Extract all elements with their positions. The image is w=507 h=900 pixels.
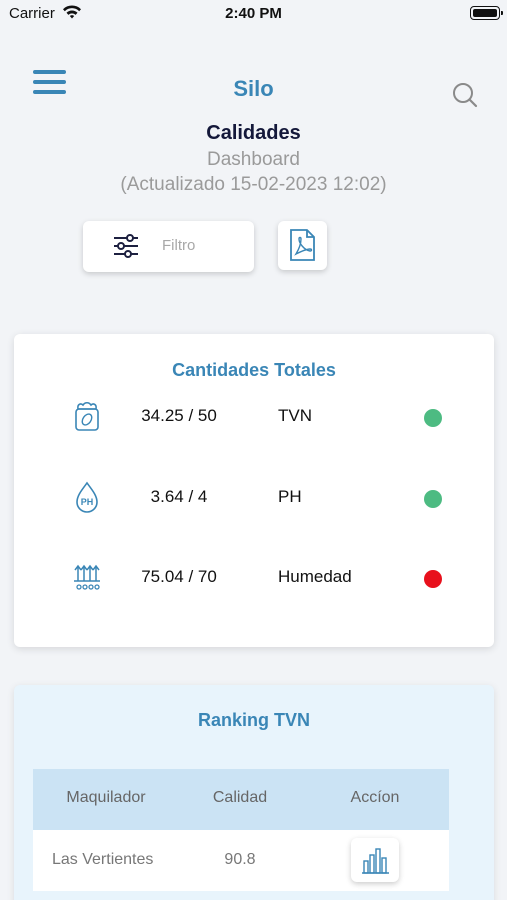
metric-value: 34.25 / 50 [141,406,217,425]
chart-action-button[interactable] [351,838,399,882]
status-dot-ok [424,490,442,508]
column-header: Calidad [212,789,268,806]
bar-chart-icon [362,848,389,874]
svg-text:PH: PH [81,497,94,507]
metric-row-ph: PH 3.64 / 4 PH [14,477,494,517]
filter-label: Filtro [162,237,196,254]
filter-button[interactable]: Filtro [83,221,254,272]
battery-icon [470,6,503,20]
page-subtitle: Dashboard [207,149,300,170]
table-header: Maquilador Calidad Accíon [33,769,449,830]
search-button[interactable] [450,80,480,110]
sliders-icon [114,234,138,258]
metric-value: 75.04 / 70 [141,567,217,586]
column-header: Accíon [350,789,400,806]
metric-row-humedad: 75.04 / 70 Humedad [14,557,494,597]
table-row: Las Vertientes 90.8 [33,830,449,891]
metric-name: PH [278,487,302,506]
ranking-title: Ranking TVN [197,710,310,730]
maquilador-cell: Las Vertientes [52,851,154,868]
status-bar: Carrier 2:40 PM [0,0,507,30]
ranking-table: Maquilador Calidad Accíon Las Vertientes… [33,769,449,891]
pdf-export-button[interactable] [278,221,327,270]
humidity-icon [74,564,100,590]
metric-value: 3.64 / 4 [150,487,208,506]
grain-bag-icon [75,401,99,431]
ph-drop-icon: PH [76,481,98,513]
totals-title: Cantidades Totales [172,360,336,380]
metric-name: TVN [278,406,312,425]
metric-row-tvn: 34.25 / 50 TVN [14,396,494,436]
metric-name: Humedad [278,567,352,586]
updated-timestamp: (Actualizado 15-02-2023 12:02) [120,174,387,195]
column-header: Maquilador [66,789,146,806]
pdf-icon [290,229,315,261]
totals-card: Cantidades Totales 34.25 / 50 TVN PH 3.6… [14,334,494,647]
ranking-card: Ranking TVN Maquilador Calidad Accíon La… [14,685,494,900]
clock: 2:40 PM [225,5,282,22]
calidad-cell: 90.8 [224,851,256,868]
status-dot-alert [424,570,442,588]
hamburger-icon [33,70,66,74]
search-icon [453,83,478,108]
page-title: Calidades [206,122,301,144]
status-dot-ok [424,409,442,427]
app-title: Silo [233,76,274,101]
